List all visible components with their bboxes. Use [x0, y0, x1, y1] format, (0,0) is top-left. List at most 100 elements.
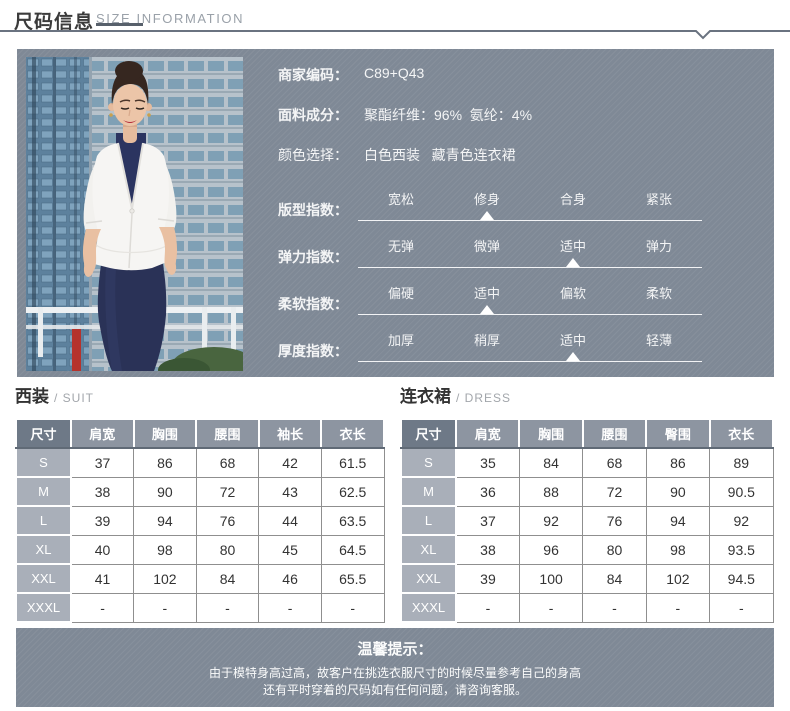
tips-panel: 温馨提示： 由于模特身高过高，故客户在挑选衣服尺寸的时候尽量参考自己的身高还有平…: [16, 628, 774, 707]
header-divider-with-notch: [0, 24, 790, 40]
measurement-cell: 44: [259, 506, 322, 535]
scale-term: 微弹: [444, 236, 530, 259]
column-header: 肩宽: [456, 419, 519, 448]
dress-title-en: / DRESS: [456, 391, 511, 405]
measurement-cell: 86: [646, 448, 709, 477]
suit-title-en: / SUIT: [54, 391, 94, 405]
index-label: 柔软指数：: [278, 294, 358, 315]
scale-term: 加厚: [358, 330, 444, 353]
measurement-cell: 89: [710, 448, 773, 477]
measurement-cell: 90: [134, 477, 197, 506]
measurement-cell: 92: [710, 506, 773, 535]
scale-term: 适中: [530, 330, 616, 353]
table-row: XL4098804564.5: [16, 535, 384, 564]
scale-term: 适中: [444, 283, 530, 306]
size-label-cell: L: [401, 506, 456, 535]
measurement-cell: 98: [134, 535, 197, 564]
suit-section-title: 西装 / SUIT: [15, 382, 94, 407]
column-header: 尺寸: [16, 419, 71, 448]
index-label: 版型指数：: [278, 200, 358, 221]
dress-size-table: 尺寸肩宽胸围腰围臀围衣长S3584688689M3688729090.5L379…: [400, 418, 774, 623]
column-header: 腰围: [583, 419, 646, 448]
column-header: 胸围: [519, 419, 582, 448]
table-row: L3994764463.5: [16, 506, 384, 535]
index-scale: 无弹微弹适中弹力: [358, 236, 702, 268]
column-header: 袖长: [259, 419, 322, 448]
scale-term: 柔软: [616, 283, 702, 306]
dress-title-cn: 连衣裙: [400, 387, 451, 406]
measurement-cell: 42: [259, 448, 322, 477]
measurement-cell: 80: [583, 535, 646, 564]
scale-term: 无弹: [358, 236, 444, 259]
measurement-cell: 86: [134, 448, 197, 477]
table-row: M3890724362.5: [16, 477, 384, 506]
table-row: XXL41102844665.5: [16, 564, 384, 593]
index-scale-row: 版型指数：宽松修身合身紧张: [278, 189, 702, 221]
measurement-cell: 94: [134, 506, 197, 535]
triangle-marker-icon: [566, 258, 580, 267]
measurement-cell: 39: [456, 564, 519, 593]
measurement-cell: 90.5: [710, 477, 773, 506]
size-label-cell: S: [16, 448, 71, 477]
column-header: 衣长: [321, 419, 384, 448]
size-information-page: 尺码信息 SIZE INFORMATION: [0, 0, 790, 711]
product-info-panel: 商家编码：C89+Q43面料成分：聚酯纤维：96% 氨纶：4%颜色选择：白色西装…: [17, 49, 774, 377]
scale-term: 弹力: [616, 236, 702, 259]
scale-term: 适中: [530, 236, 616, 259]
measurement-cell: 36: [456, 477, 519, 506]
measurement-cell: 76: [196, 506, 259, 535]
measurement-cell: 63.5: [321, 506, 384, 535]
measurement-cell: 94.5: [710, 564, 773, 593]
measurement-cell: 37: [456, 506, 519, 535]
measurement-cell: 40: [71, 535, 134, 564]
measurement-cell: 98: [646, 535, 709, 564]
scale-line: [358, 212, 702, 221]
measurement-cell: -: [71, 593, 134, 622]
measurement-cell: 93.5: [710, 535, 773, 564]
measurement-cell: 96: [519, 535, 582, 564]
measurement-cell: 41: [71, 564, 134, 593]
triangle-marker-icon: [566, 352, 580, 361]
table-row: XXXL-----: [401, 593, 773, 622]
scale-term: 稍厚: [444, 330, 530, 353]
measurement-cell: 64.5: [321, 535, 384, 564]
column-header: 腰围: [196, 419, 259, 448]
table-row: XXXL-----: [16, 593, 384, 622]
column-header: 臀围: [646, 419, 709, 448]
table-row: XL3896809893.5: [401, 535, 773, 564]
measurement-cell: 68: [196, 448, 259, 477]
scale-line: [358, 259, 702, 268]
measurement-cell: 38: [71, 477, 134, 506]
size-label-cell: XXL: [16, 564, 71, 593]
scale-line: [358, 306, 702, 315]
measurement-cell: 45: [259, 535, 322, 564]
measurement-cell: 72: [583, 477, 646, 506]
tips-line: 还有平时穿着的尺码如有任何问题，请咨询客服。: [16, 682, 774, 699]
attribute-row: 面料成分：聚酯纤维：96% 氨纶：4%: [278, 105, 758, 125]
measurement-cell: 90: [646, 477, 709, 506]
suit-title-cn: 西装: [15, 387, 49, 406]
scale-term: 轻薄: [616, 330, 702, 353]
triangle-marker-icon: [480, 211, 494, 220]
table-row: M3688729090.5: [401, 477, 773, 506]
table-header-row: 尺寸肩宽胸围腰围袖长衣长: [16, 419, 384, 448]
measurement-cell: -: [583, 593, 646, 622]
scale-term: 修身: [444, 189, 530, 212]
scale-term: 宽松: [358, 189, 444, 212]
size-label-cell: M: [16, 477, 71, 506]
table-row: S3786684261.5: [16, 448, 384, 477]
index-scale-row: 弹力指数：无弹微弹适中弹力: [278, 236, 702, 268]
index-scale: 加厚稍厚适中轻薄: [358, 330, 702, 362]
measurement-cell: -: [321, 593, 384, 622]
measurement-cell: 43: [259, 477, 322, 506]
measurement-cell: -: [519, 593, 582, 622]
triangle-marker-icon: [480, 305, 494, 314]
table-header-row: 尺寸肩宽胸围腰围臀围衣长: [401, 419, 773, 448]
index-scale-row: 厚度指数：加厚稍厚适中轻薄: [278, 330, 702, 362]
measurement-cell: 72: [196, 477, 259, 506]
attribute-label: 颜色选择：: [278, 145, 364, 165]
measurement-cell: 37: [71, 448, 134, 477]
measurement-cell: 39: [71, 506, 134, 535]
attribute-label: 面料成分：: [278, 105, 364, 125]
index-scale: 宽松修身合身紧张: [358, 189, 702, 221]
